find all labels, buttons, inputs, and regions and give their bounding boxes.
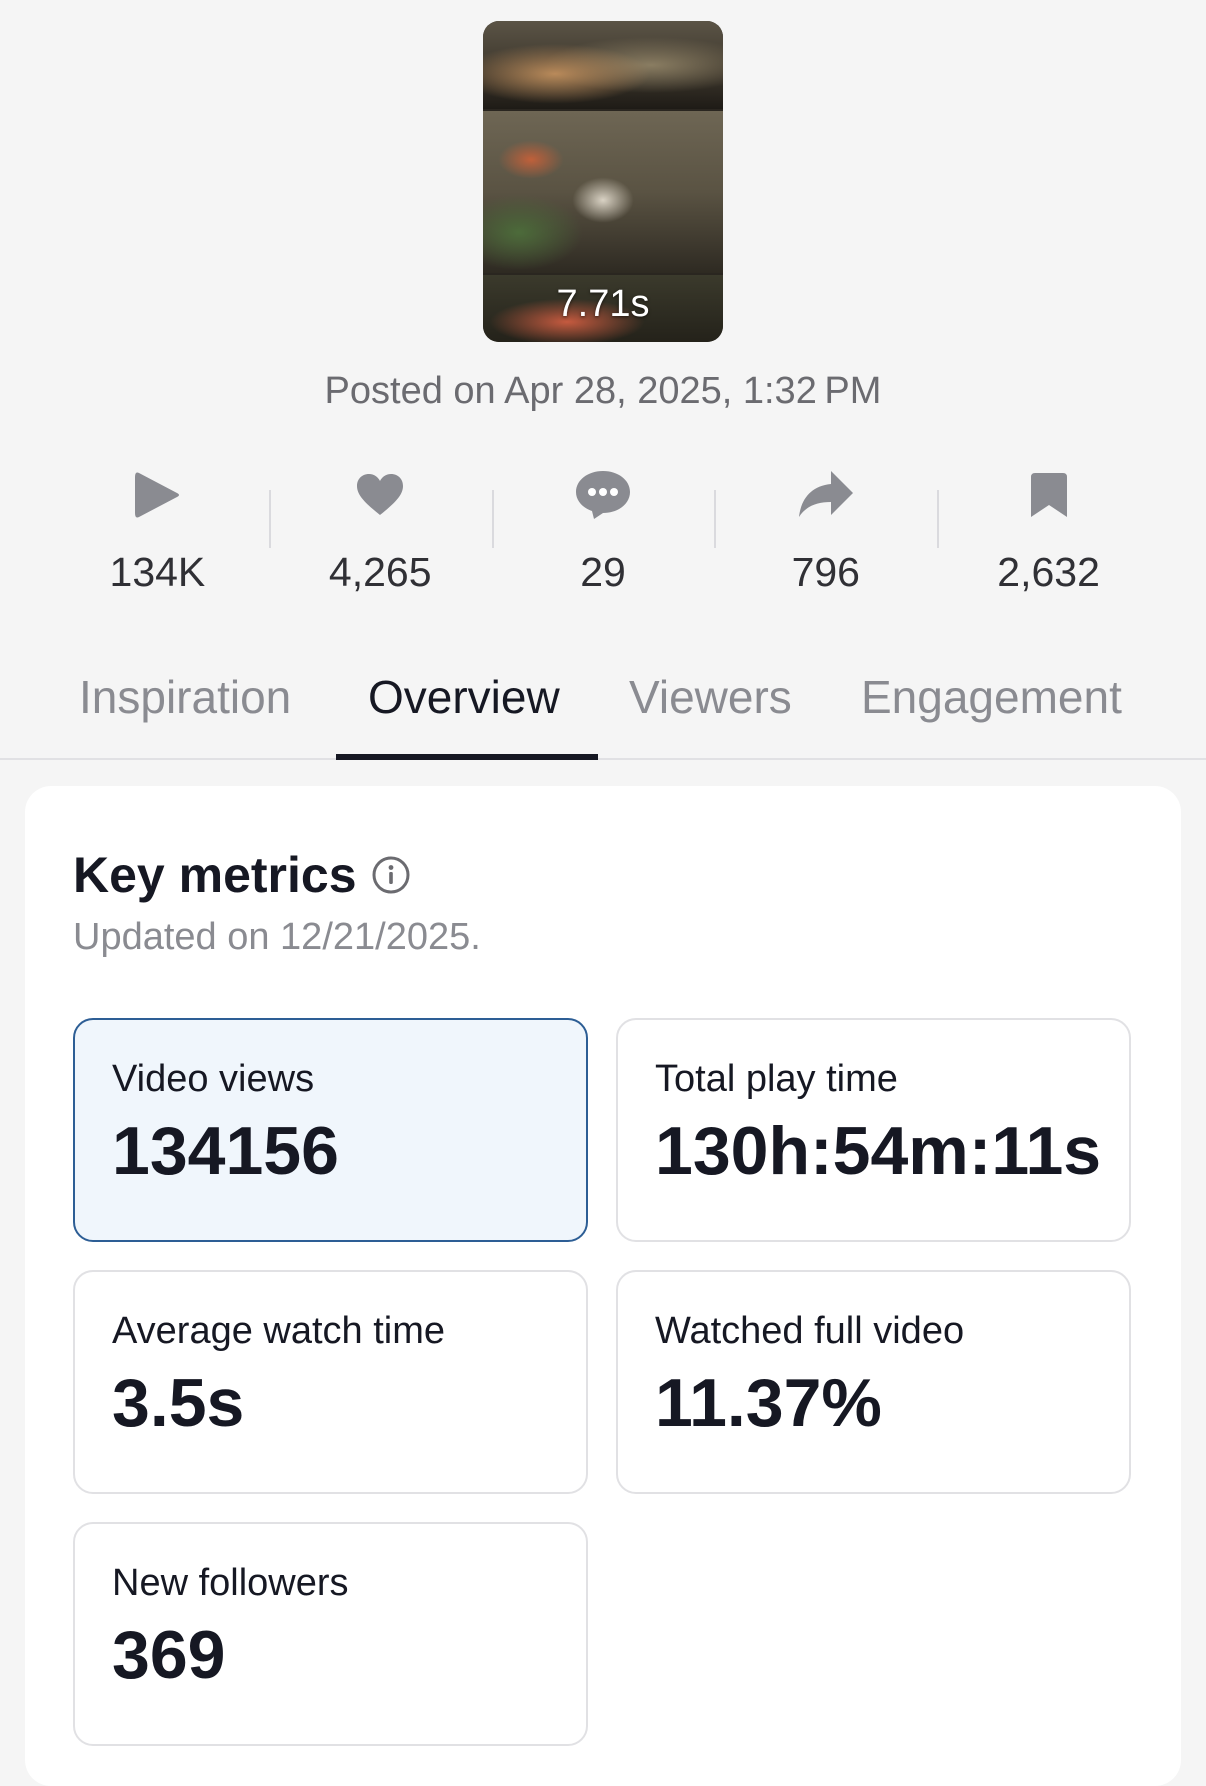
comment-icon: [573, 465, 633, 525]
metric-label: New followers: [112, 1562, 349, 1604]
tab-engagement[interactable]: Engagement: [861, 670, 1122, 724]
metric-value: 11.37%: [655, 1365, 882, 1441]
likes-count: 4,265: [328, 549, 432, 595]
bookmark-icon: [1019, 465, 1079, 525]
metric-card-total-play-time[interactable]: Total play time 130h:54m:11s: [616, 1018, 1131, 1242]
metric-value: 134156: [112, 1113, 339, 1189]
stats-row: 134K 4,265 29 796 2,632: [46, 460, 1160, 610]
key-metrics-card: Key metrics Updated on 12/21/2025. Video…: [25, 786, 1181, 1786]
metric-value: 3.5s: [112, 1365, 245, 1441]
metric-card-average-watch-time[interactable]: Average watch time 3.5s: [73, 1270, 588, 1494]
metric-label: Average watch time: [112, 1310, 446, 1352]
saves-count: 2,632: [997, 549, 1100, 595]
metric-label: Total play time: [655, 1058, 898, 1100]
heart-icon: [350, 465, 410, 525]
tab-bar: Inspiration Overview Viewers Engagement: [0, 650, 1206, 760]
metric-card-video-views[interactable]: Video views 134156: [73, 1018, 588, 1242]
updated-date: Updated on 12/21/2025.: [73, 916, 481, 958]
stat-views: 134K: [46, 460, 269, 610]
tab-viewers[interactable]: Viewers: [629, 670, 792, 724]
metric-card-new-followers[interactable]: New followers 369: [73, 1522, 588, 1746]
share-icon: [796, 465, 856, 525]
metric-value: 369: [112, 1617, 226, 1693]
comments-count: 29: [580, 549, 626, 595]
stat-saves: 2,632: [937, 460, 1160, 610]
active-tab-indicator: [336, 754, 598, 760]
info-icon[interactable]: [371, 855, 411, 895]
metric-label: Watched full video: [655, 1310, 965, 1352]
video-duration: 7.71s: [556, 283, 650, 325]
stat-likes: 4,265: [268, 460, 492, 610]
thumbnail-frame-2: [483, 111, 723, 273]
metric-card-watched-full-video[interactable]: Watched full video 11.37%: [616, 1270, 1131, 1494]
key-metrics-title: Key metrics: [73, 847, 357, 903]
thumbnail-frame-1: [483, 21, 723, 109]
video-thumbnail[interactable]: 7.71s: [483, 21, 723, 342]
shares-count: 796: [791, 549, 860, 595]
posted-date: Posted on Apr 28, 2025, 1:32 PM: [324, 370, 882, 412]
metric-value: 130h:54m:11s: [655, 1113, 1102, 1189]
play-icon: [127, 465, 187, 525]
tab-overview[interactable]: Overview: [368, 670, 560, 724]
views-count: 134K: [109, 549, 206, 595]
stat-comments: 29: [491, 460, 715, 610]
tab-inspiration[interactable]: Inspiration: [79, 670, 291, 724]
key-metrics-heading: Key metrics: [73, 846, 411, 904]
metric-label: Video views: [112, 1058, 315, 1100]
stat-shares: 796: [714, 460, 937, 610]
